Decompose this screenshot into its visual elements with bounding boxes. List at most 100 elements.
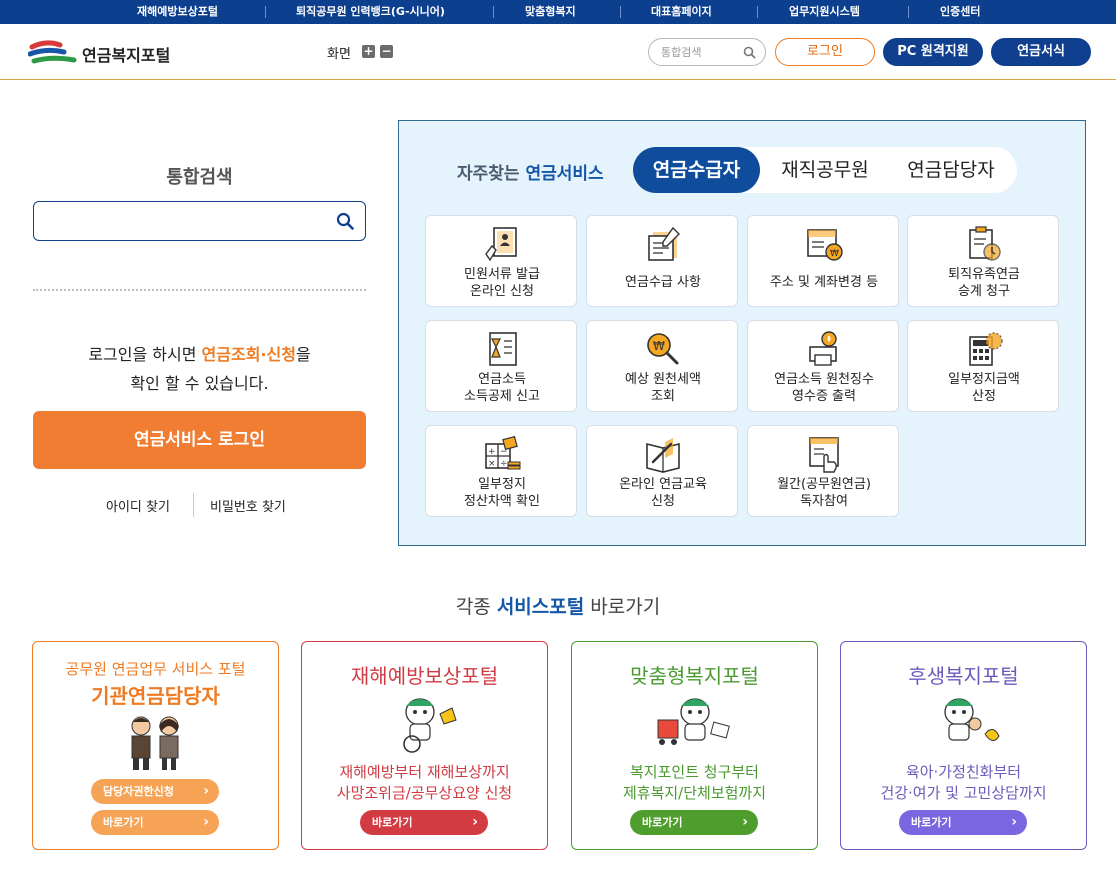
clipboard-clock-icon <box>969 226 1001 261</box>
login-button[interactable]: 로그인 <box>775 38 875 66</box>
svg-text:×: × <box>488 459 496 469</box>
find-password-link[interactable]: 비밀번호 찾기 <box>210 496 286 515</box>
portal-subtitle: 공무원 연금업무 서비스 포털 <box>65 660 246 678</box>
button-label: 담당자권한신청 <box>103 785 174 798</box>
zoom-label: 화면 <box>327 47 351 62</box>
card-label: 민원서류 발급 온라인 신청 <box>430 266 574 300</box>
search-icon[interactable] <box>336 212 354 230</box>
card-label: 일부정지정산차액 확인 <box>430 476 574 510</box>
portal-card-agency-manager[interactable]: 공무원 연금업무 서비스 포털 기관연금담당자 담당자권한신청 › 바로가기 › <box>32 641 279 850</box>
service-card-partial-suspension-calc[interactable]: 일부정지금액산정 <box>907 320 1059 412</box>
divider <box>493 6 494 18</box>
go-to-portal-button[interactable]: 바로가기 › <box>360 810 488 835</box>
portal-card-custom-welfare[interactable]: 맞춤형복지포털 복지포인트 청구부터 제휴복지/단체보험까지 바로가기 › <box>571 641 818 850</box>
service-card-withholding-tax[interactable]: ₩ 예상 원천세액조회 <box>586 320 738 412</box>
divider <box>620 6 621 18</box>
go-to-portal-button[interactable]: 바로가기 › <box>899 810 1027 835</box>
card-label: 퇴직유족연금 승계 청구 <box>912 266 1056 300</box>
card-label-line: 예상 원천세액 <box>625 372 701 387</box>
svg-text:÷: ÷ <box>500 459 508 469</box>
service-card-withholding-receipt[interactable]: 연금소득 원천징수영수증 출력 <box>747 320 899 412</box>
portal-card-welfare-benefits[interactable]: 후생복지포털 육아·가정친화부터 건강·여가 및 고민상담까지 바로가기 › <box>840 641 1087 850</box>
service-card-partial-suspension-diff[interactable]: + − × ÷ 일부정지정산차액 확인 <box>425 425 577 517</box>
go-to-portal-button[interactable]: 바로가기 › <box>630 810 758 835</box>
divider <box>193 493 194 517</box>
header-search-input[interactable] <box>661 44 739 60</box>
portal-section-title: 각종 서비스포털 바로가기 <box>0 592 1116 619</box>
zoom-out-button[interactable]: − <box>380 45 393 58</box>
topbar-link-work-system[interactable]: 업무지원시스템 <box>789 0 860 24</box>
topbar-link-disaster-portal[interactable]: 재해예방보상포털 <box>137 0 218 24</box>
find-id-link[interactable]: 아이디 찾기 <box>106 496 170 515</box>
card-label-line: 퇴직유족연금 <box>948 267 1020 282</box>
site-logo[interactable]: 연금복지포털 <box>27 38 178 66</box>
mascot-shopping-icon <box>657 698 730 745</box>
description-line: 재해예방부터 재해보상까지 <box>339 763 510 781</box>
portal-description: 육아·가정친화부터 건강·여가 및 고민상담까지 <box>841 762 1086 804</box>
svg-text:+: + <box>488 447 496 457</box>
description-line: 복지포인트 청구부터 <box>630 763 759 781</box>
magazine-hand-icon <box>809 437 839 473</box>
pension-service-login-button[interactable]: 연금서비스 로그인 <box>33 411 366 469</box>
card-label-line: 영수증 출력 <box>792 389 856 404</box>
description-line: 사망조위금/공무상요양 신청 <box>336 784 513 802</box>
topbar-link-homepage[interactable]: 대표홈페이지 <box>651 0 712 24</box>
integrated-search-input[interactable] <box>44 212 324 230</box>
site-header: 연금복지포털 화면 + − 로그인 PC 원격지원 연금서식 <box>0 24 1116 80</box>
coin-magnifier-icon: ₩ <box>647 333 679 365</box>
card-label-line: 일부정지 <box>478 477 526 492</box>
login-message: 로그인을 하시면 연금조회·신청을 확인 할 수 있습니다. <box>33 340 366 398</box>
pension-forms-button[interactable]: 연금서식 <box>991 38 1091 66</box>
tab-pension-manager[interactable]: 연금담당자 <box>889 147 1013 193</box>
service-card-pension-status[interactable]: 연금수급 사항 <box>586 215 738 307</box>
card-label: 예상 원천세액조회 <box>591 371 735 405</box>
login-message-highlight: 연금조회·신청 <box>201 345 296 364</box>
chevron-right-icon: › <box>472 814 478 830</box>
top-utility-bar: 재해예방보상포털 퇴직공무원 인력뱅크(G-시니어) 맞춤형복지 대표홈페이지 … <box>0 0 1116 24</box>
service-card-document-issue[interactable]: 민원서류 발급 온라인 신청 <box>425 215 577 307</box>
zoom-in-button[interactable]: + <box>362 45 375 58</box>
card-label-line: 일부정지금액 <box>948 372 1020 387</box>
title-text: 바로가기 <box>584 596 661 618</box>
title-highlight: 연금서비스 <box>525 164 604 184</box>
chevron-right-icon: › <box>742 814 748 830</box>
service-card-address-account[interactable]: ₩ 주소 및 계좌변경 등 <box>747 215 899 307</box>
tab-active-official[interactable]: 재직공무원 <box>763 147 887 193</box>
button-label: 바로가기 <box>911 816 952 829</box>
card-label-line: 조회 <box>651 389 675 404</box>
card-label-line: 월간(공무원연금) <box>777 477 871 492</box>
pc-remote-support-button[interactable]: PC 원격지원 <box>883 38 983 66</box>
frequent-services-panel: 자주찾는 연금서비스 연금수급자 재직공무원 연금담당자 민원서류 발급 온라인 … <box>398 120 1086 546</box>
topbar-link-cert-center[interactable]: 인증센터 <box>940 0 980 24</box>
service-card-monthly-magazine[interactable]: 월간(공무원연금) 독자참여 <box>747 425 899 517</box>
title-text: 자주찾는 <box>457 164 526 184</box>
chevron-right-icon: › <box>203 814 209 830</box>
chevron-right-icon: › <box>1011 814 1017 830</box>
portal-card-disaster-compensation[interactable]: 재해예방보상포털 재해예방부터 재해보상까지 사망조위금/공무상요양 신청 바로가… <box>301 641 548 850</box>
tab-pension-recipient[interactable]: 연금수급자 <box>633 147 760 193</box>
bankbook-coin-icon: ₩ <box>807 229 843 261</box>
divider <box>33 289 366 291</box>
service-card-income-deduction[interactable]: 연금소득 소득공제 신고 <box>425 320 577 412</box>
card-label: 온라인 연금교육 신청 <box>591 476 735 510</box>
topbar-link-g-senior[interactable]: 퇴직공무원 인력뱅크(G-시니어) <box>296 0 445 24</box>
portal-name: 후생복지포털 <box>908 664 1019 688</box>
card-label: 연금수급 사항 <box>625 275 701 290</box>
service-card-online-education[interactable]: 온라인 연금교육 신청 <box>586 425 738 517</box>
request-manager-rights-button[interactable]: 담당자권한신청 › <box>91 779 219 804</box>
card-label-line: 정산차액 확인 <box>464 494 540 509</box>
card-label-line: 산정 <box>972 389 996 404</box>
portal-description: 재해예방부터 재해보상까지사망조위금/공무상요양 신청 <box>302 762 547 804</box>
go-to-portal-button[interactable]: 바로가기 › <box>91 810 219 835</box>
portal-description: 복지포인트 청구부터 제휴복지/단체보험까지 <box>572 762 817 804</box>
math-coins-icon: + − × ÷ <box>485 435 521 470</box>
button-label: 바로가기 <box>642 816 683 829</box>
card-label-line: 민원서류 발급 <box>464 267 540 282</box>
service-card-survivor-pension[interactable]: 퇴직유족연금 승계 청구 <box>907 215 1059 307</box>
book-pen-icon <box>646 438 680 473</box>
card-label: 연금소득 원천징수영수증 출력 <box>752 371 896 405</box>
search-icon[interactable] <box>743 46 756 59</box>
topbar-link-custom-welfare[interactable]: 맞춤형복지 <box>525 0 576 24</box>
card-label-line: 연금소득 원천징수 <box>774 372 874 387</box>
officials-couple-icon <box>131 716 179 770</box>
